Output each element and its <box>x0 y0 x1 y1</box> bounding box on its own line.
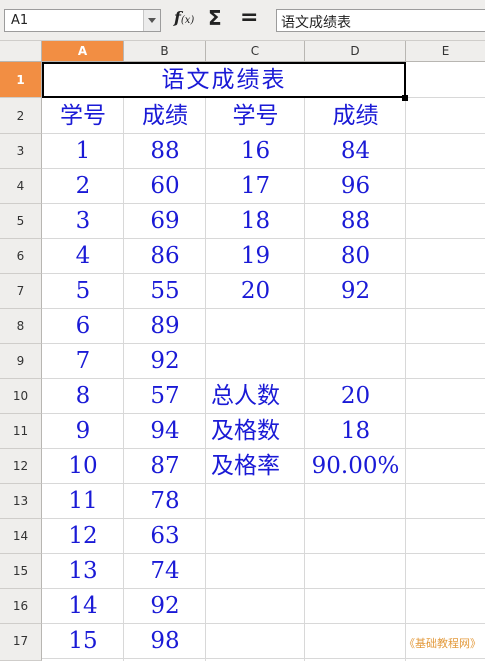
fill-handle[interactable] <box>402 95 408 101</box>
student-id-cell[interactable]: 19 <box>206 239 305 274</box>
student-id-cell[interactable]: 18 <box>206 204 305 239</box>
row-header-3[interactable]: 3 <box>0 134 42 169</box>
name-box-value: A1 <box>11 13 29 28</box>
column-header-a[interactable]: A <box>42 41 124 61</box>
formula-bar: A1 f(x) Σ = 语文成绩表 <box>0 0 485 41</box>
row-header-12[interactable]: 12 <box>0 449 42 484</box>
row-header-2[interactable]: 2 <box>0 98 42 134</box>
student-id-cell[interactable]: 12 <box>42 519 124 554</box>
row-header-14[interactable]: 14 <box>0 519 42 554</box>
student-id-cell[interactable]: 16 <box>206 134 305 169</box>
student-id-cell[interactable]: 10 <box>42 449 124 484</box>
student-id-cell[interactable]: 5 <box>42 274 124 309</box>
student-id-cell[interactable]: 9 <box>42 414 124 449</box>
row-header-17[interactable]: 17 <box>0 624 42 661</box>
row-header-8[interactable]: 8 <box>0 309 42 344</box>
column-headers: A B C D E <box>0 41 485 62</box>
formula-input-value: 语文成绩表 <box>281 15 351 31</box>
column-header-e[interactable]: E <box>406 41 485 61</box>
student-id-cell[interactable]: 1 <box>42 134 124 169</box>
student-id-cell[interactable]: 6 <box>42 309 124 344</box>
header-cell-a[interactable]: 学号 <box>42 98 124 134</box>
student-id-cell[interactable]: 4 <box>42 239 124 274</box>
score-cell[interactable]: 57 <box>124 379 206 414</box>
function-wizard-icon[interactable]: f(x) <box>174 8 200 32</box>
header-cell-d[interactable]: 成绩 <box>305 98 406 134</box>
student-id-cell[interactable]: 3 <box>42 204 124 239</box>
score-cell[interactable]: 98 <box>124 624 206 659</box>
header-cell-b[interactable]: 成绩 <box>124 98 206 134</box>
column-header-c[interactable]: C <box>206 41 305 61</box>
score-cell[interactable]: 92 <box>124 344 206 379</box>
header-cell-c[interactable]: 学号 <box>206 98 305 134</box>
sheet-title-cell[interactable]: 语文成绩表 <box>42 62 406 98</box>
student-id-cell[interactable]: 13 <box>42 554 124 589</box>
score-cell[interactable]: 55 <box>124 274 206 309</box>
row-header-9[interactable]: 9 <box>0 344 42 379</box>
select-all-corner[interactable] <box>0 41 42 61</box>
student-id-cell[interactable]: 14 <box>42 589 124 624</box>
student-id-cell[interactable]: 17 <box>206 169 305 204</box>
row-header-4[interactable]: 4 <box>0 169 42 204</box>
row-header-7[interactable]: 7 <box>0 274 42 309</box>
column-header-b[interactable]: B <box>124 41 206 61</box>
score-cell[interactable]: 74 <box>124 554 206 589</box>
score-cell[interactable]: 60 <box>124 169 206 204</box>
score-cell[interactable]: 63 <box>124 519 206 554</box>
score-cell[interactable]: 69 <box>124 204 206 239</box>
student-id-cell[interactable]: 11 <box>42 484 124 519</box>
score-cell[interactable]: 80 <box>305 239 406 274</box>
name-box[interactable]: A1 <box>4 9 161 32</box>
score-cell[interactable]: 86 <box>124 239 206 274</box>
score-cell[interactable]: 78 <box>124 484 206 519</box>
row-header-15[interactable]: 15 <box>0 554 42 589</box>
chevron-down-icon[interactable] <box>143 10 160 31</box>
row-header-11[interactable]: 11 <box>0 414 42 449</box>
row-header-1[interactable]: 1 <box>0 62 42 98</box>
student-id-cell[interactable]: 8 <box>42 379 124 414</box>
score-cell[interactable]: 89 <box>124 309 206 344</box>
column-header-d[interactable]: D <box>305 41 406 61</box>
score-cell[interactable]: 84 <box>305 134 406 169</box>
stat-value-cell[interactable]: 18 <box>305 414 406 449</box>
score-cell[interactable]: 87 <box>124 449 206 484</box>
equals-icon[interactable]: = <box>240 5 262 31</box>
stat-label-cell[interactable]: 总人数 <box>206 379 305 414</box>
student-id-cell[interactable]: 2 <box>42 169 124 204</box>
student-id-cell[interactable]: 20 <box>206 274 305 309</box>
sum-icon[interactable]: Σ <box>208 6 228 32</box>
student-id-cell[interactable]: 7 <box>42 344 124 379</box>
stat-value-cell[interactable]: 90.00% <box>305 449 406 484</box>
row-header-10[interactable]: 10 <box>0 379 42 414</box>
row-header-16[interactable]: 16 <box>0 589 42 624</box>
score-cell[interactable]: 88 <box>305 204 406 239</box>
score-cell[interactable]: 92 <box>124 589 206 624</box>
score-cell[interactable]: 92 <box>305 274 406 309</box>
row-header-6[interactable]: 6 <box>0 239 42 274</box>
stat-label-cell[interactable]: 及格率 <box>206 449 305 484</box>
student-id-cell[interactable]: 15 <box>42 624 124 659</box>
formula-input[interactable]: 语文成绩表 <box>276 9 485 32</box>
score-cell[interactable]: 94 <box>124 414 206 449</box>
row-header-5[interactable]: 5 <box>0 204 42 239</box>
stat-value-cell[interactable]: 20 <box>305 379 406 414</box>
score-cell[interactable]: 96 <box>305 169 406 204</box>
row-header-13[interactable]: 13 <box>0 484 42 519</box>
watermark: 《基础教程网》 <box>404 637 481 650</box>
score-cell[interactable]: 88 <box>124 134 206 169</box>
stat-label-cell[interactable]: 及格数 <box>206 414 305 449</box>
